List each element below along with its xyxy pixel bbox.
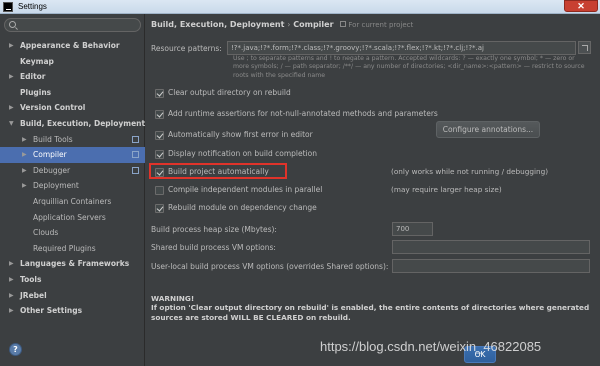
sidebar-item-arquillian-containers[interactable]: Arquillian Containers <box>0 194 145 210</box>
resource-patterns-input[interactable]: !?*.java;!?*.form;!?*.class;!?*.groovy;!… <box>227 41 576 55</box>
breadcrumb-current: Compiler <box>293 20 334 29</box>
breadcrumb-separator: › <box>287 20 291 29</box>
sidebar-item-label: Languages & Frameworks <box>20 259 130 269</box>
sidebar-item-label: Appearance & Behavior <box>20 41 120 50</box>
sidebar-item-clouds[interactable]: Clouds <box>0 225 145 241</box>
project-scope-icon <box>132 135 139 143</box>
checkbox-checked[interactable] <box>155 150 164 159</box>
option-label: Add runtime assertions for not-null-anno… <box>168 109 438 118</box>
project-scope-icon <box>340 21 347 27</box>
sidebar-item-label: Build Tools <box>33 134 73 144</box>
rebuild-warning: WARNING! If option 'Clear output directo… <box>151 294 591 322</box>
option-note: (may require larger heap size) <box>391 185 502 194</box>
warning-text: If option 'Clear output directory on reb… <box>151 303 590 322</box>
sidebar-item-plugins[interactable]: Plugins <box>0 85 145 101</box>
expand-field-button[interactable] <box>578 41 591 54</box>
sidebar-item-editor[interactable]: ▶ Editor <box>0 69 145 85</box>
option-label: Automatically show first error in editor <box>168 130 313 139</box>
sidebar-item-label: Tools <box>20 274 42 284</box>
warning-title: WARNING! <box>151 294 195 303</box>
sidebar-item-jrebel[interactable]: ▶ JRebel <box>0 288 145 304</box>
heap-size-label: Build process heap size (Mbytes): <box>151 225 277 234</box>
project-scope-icon <box>132 151 139 159</box>
checkbox-checked[interactable] <box>155 89 164 98</box>
sidebar-item-build-tools[interactable]: ▶ Build Tools <box>0 132 145 148</box>
expand-right-icon[interactable]: ▶ <box>22 147 27 163</box>
sidebar-item-label: Version Control <box>20 103 86 113</box>
user-vm-options-label: User-local build process VM options (ove… <box>151 262 389 271</box>
checkbox-checked[interactable] <box>155 131 164 140</box>
sidebar-item-label: Arquillian Containers <box>33 196 112 206</box>
sidebar-item-label: Keymap <box>20 56 54 66</box>
expand-right-icon[interactable]: ▶ <box>22 178 27 194</box>
sidebar-item-keymap[interactable]: Keymap <box>0 54 145 70</box>
settings-search-input[interactable] <box>4 18 141 32</box>
expand-right-icon[interactable]: ▶ <box>9 288 14 304</box>
sidebar-item-label: Other Settings <box>20 306 83 316</box>
expand-right-icon[interactable]: ▶ <box>22 163 27 179</box>
window-close-button[interactable]: ✕ <box>564 0 598 12</box>
sidebar-item-deployment[interactable]: ▶ Deployment <box>0 178 145 194</box>
intellij-app-icon <box>3 2 13 12</box>
annotation-highlight-box <box>149 163 287 179</box>
sidebar-item-appearance-behavior[interactable]: ▶ Appearance & Behavior <box>0 38 145 54</box>
sidebar-item-label: Required Plugins <box>33 243 96 253</box>
expand-right-icon[interactable]: ▶ <box>9 272 14 288</box>
window-title-bar: Settings ✕ <box>0 0 600 14</box>
watermark-text: https://blog.csdn.net/weixin_46822085 <box>320 339 542 354</box>
breadcrumb-parent: Build, Execution, Deployment <box>151 20 285 29</box>
user-vm-options-input[interactable] <box>392 259 590 273</box>
checkbox-checked[interactable] <box>155 204 164 213</box>
expand-right-icon[interactable]: ▶ <box>22 132 27 148</box>
resource-patterns-hint: Use ; to separate patterns and ! to nega… <box>233 55 585 79</box>
option-label: Rebuild module on dependency change <box>168 203 317 212</box>
shared-vm-options-label: Shared build process VM options: <box>151 243 276 252</box>
resource-patterns-label: Resource patterns: <box>151 44 222 53</box>
sidebar-item-label: Editor <box>20 72 46 82</box>
sidebar-item-label: Build, Execution, Deployment <box>20 118 146 128</box>
help-button[interactable]: ? <box>9 343 22 356</box>
sidebar-item-build-execution-deployment[interactable]: ▼ Build, Execution, Deployment <box>0 116 145 132</box>
sidebar-item-label: Compiler <box>33 150 67 160</box>
sidebar-item-version-control[interactable]: ▶ Version Control <box>0 100 145 116</box>
compiler-settings-panel: Build, Execution, Deployment › Compiler … <box>146 14 600 366</box>
settings-tree: ▶ Appearance & Behavior Keymap ▶ Editor Plugi… <box>0 38 145 319</box>
option-note: (only works while not running / debuggin… <box>391 167 549 176</box>
expand-right-icon[interactable]: ▶ <box>9 38 14 54</box>
sidebar-item-tools[interactable]: ▶ Tools <box>0 272 145 288</box>
sidebar-item-compiler[interactable]: ▶ Compiler <box>0 147 145 163</box>
option-label: Clear output directory on rebuild <box>168 88 291 97</box>
sidebar-item-label: JRebel <box>20 290 47 300</box>
expand-right-icon[interactable]: ▶ <box>9 256 14 272</box>
configure-annotations-button[interactable]: Configure annotations... <box>436 121 540 138</box>
option-label: Display notification on build completion <box>168 149 317 158</box>
sidebar-item-required-plugins[interactable]: Required Plugins <box>0 241 145 257</box>
window-title: Settings <box>18 2 47 11</box>
sidebar-item-label: Plugins <box>20 87 52 97</box>
sidebar-item-label: Deployment <box>33 181 79 191</box>
expand-right-icon[interactable]: ▶ <box>9 69 14 85</box>
settings-sidebar: ▶ Appearance & Behavior Keymap ▶ Editor Plugi… <box>0 14 145 366</box>
breadcrumb: Build, Execution, Deployment › Compiler … <box>151 20 413 29</box>
heap-size-input[interactable]: 700 <box>392 222 433 236</box>
sidebar-item-label: Debugger <box>33 165 71 175</box>
sidebar-item-debugger[interactable]: ▶ Debugger <box>0 163 145 179</box>
expand-right-icon[interactable]: ▶ <box>9 100 14 116</box>
project-scope-icon <box>132 166 139 174</box>
sidebar-item-label: Application Servers <box>33 212 106 222</box>
sidebar-item-other-settings[interactable]: ▶ Other Settings <box>0 303 145 319</box>
checkbox-unchecked[interactable] <box>155 186 164 195</box>
sidebar-item-application-servers[interactable]: Application Servers <box>0 210 145 226</box>
expand-right-icon[interactable]: ▶ <box>9 303 14 319</box>
project-scope-note: For current project <box>348 21 414 29</box>
checkbox-checked[interactable] <box>155 110 164 119</box>
option-label: Compile independent modules in parallel <box>168 185 323 194</box>
search-icon <box>9 21 16 28</box>
sidebar-item-languages-frameworks[interactable]: ▶ Languages & Frameworks <box>0 256 145 272</box>
sidebar-item-label: Clouds <box>33 228 59 238</box>
shared-vm-options-input[interactable] <box>392 240 590 254</box>
expand-down-icon[interactable]: ▼ <box>9 116 14 132</box>
